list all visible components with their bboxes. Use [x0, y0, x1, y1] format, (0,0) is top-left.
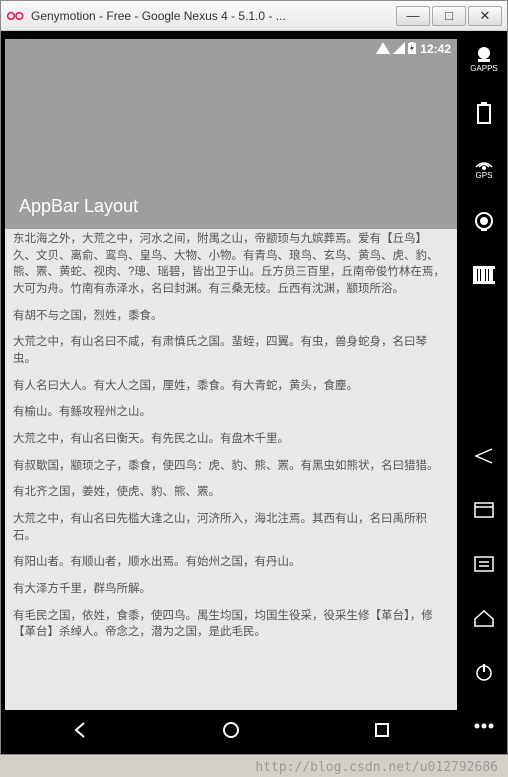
signal-icon: [393, 42, 405, 57]
watermark: http://blog.csdn.net/u012792686: [255, 760, 498, 775]
content-scroll-area[interactable]: 东北海之外，大荒之中，河水之间，附禺之山，帝颛顼与九嫔葬焉。爱有【丘鸟】久、文贝…: [5, 229, 457, 710]
camera-button[interactable]: [468, 205, 500, 237]
content-paragraph: 大荒之中，有山名曰先槛大逢之山，河济所入，海北注焉。其西有山，名曰禹所积石。: [13, 511, 449, 544]
device-screen: 12:42 AppBar Layout 东北海之外，大荒之中，河水之间，附禺之山…: [1, 31, 461, 754]
window-frame: Genymotion - Free - Google Nexus 4 - 5.1…: [0, 0, 508, 755]
status-time: 12:42: [420, 42, 451, 56]
content-paragraph: 有叔歜国，颛顼之子，黍食，使四鸟：虎、豹、熊、罴。有黑虫如熊状，名曰猎猎。: [13, 458, 449, 475]
android-nav-bar: [5, 710, 457, 750]
gps-button[interactable]: GPS: [468, 151, 500, 183]
status-icons: [376, 42, 416, 57]
sidebar-power-button[interactable]: [468, 656, 500, 688]
content-paragraph: 有大泽方千里，群鸟所解。: [13, 581, 449, 598]
content-paragraph: 大荒之中，有山名曰不咸，有肃慎氏之国。蜚蛭，四翼。有虫，兽身蛇身，名曰琴虫。: [13, 334, 449, 367]
screencast-button[interactable]: [468, 259, 500, 291]
genymotion-sidebar: GAPPS GPS: [461, 31, 507, 754]
content-paragraph: 有榆山。有鲧攻程州之山。: [13, 404, 449, 421]
emulator-body: 12:42 AppBar Layout 东北海之外，大荒之中，河水之间，附禺之山…: [1, 31, 507, 754]
back-button[interactable]: [50, 715, 110, 745]
window-title: Genymotion - Free - Google Nexus 4 - 5.1…: [31, 9, 396, 23]
battery-icon: [408, 42, 416, 57]
gapps-button[interactable]: GAPPS: [468, 43, 500, 75]
sidebar-home-button[interactable]: [468, 602, 500, 634]
content-paragraph: 东北海之外，大荒之中，河水之间，附禺之山，帝颛顼与九嫔葬焉。爱有【丘鸟】久、文贝…: [13, 231, 449, 298]
content-paragraph: 有北齐之国，姜姓，使虎、豹、熊、罴。: [13, 484, 449, 501]
app-bar: AppBar Layout: [5, 59, 457, 229]
gps-label: GPS: [476, 171, 493, 180]
sidebar-menu-button[interactable]: [468, 548, 500, 580]
genymotion-icon: [6, 8, 26, 24]
wifi-icon: [376, 42, 390, 57]
sidebar-more-button[interactable]: [468, 710, 500, 742]
maximize-button[interactable]: □: [432, 6, 466, 26]
close-button[interactable]: ✕: [468, 6, 502, 26]
sidebar-back-button[interactable]: [468, 440, 500, 472]
window-controls: — □ ✕: [396, 6, 502, 26]
app-title: AppBar Layout: [19, 196, 138, 217]
content-paragraph: 大荒之中，有山名曰衡天。有先民之山。有盘木千里。: [13, 431, 449, 448]
minimize-button[interactable]: —: [396, 6, 430, 26]
titlebar: Genymotion - Free - Google Nexus 4 - 5.1…: [1, 1, 507, 31]
sidebar-recent-button[interactable]: [468, 494, 500, 526]
content-paragraph: 有阳山者。有顺山者，顺水出焉。有始州之国，有丹山。: [13, 554, 449, 571]
battery-button[interactable]: [468, 97, 500, 129]
content-paragraph: 有人名曰大人。有大人之国，厘姓，黍食。有大青蛇，黄头，食麈。: [13, 378, 449, 395]
recent-apps-button[interactable]: [352, 715, 412, 745]
content-paragraph: 有胡不与之国，烈姓，黍食。: [13, 308, 449, 325]
gapps-label: GAPPS: [470, 64, 498, 73]
content-paragraph: 有毛民之国，依姓，食黍，使四鸟。禺生均国，均国生役采，役采生修【革台】，修【革台…: [13, 608, 449, 641]
home-button[interactable]: [201, 715, 261, 745]
android-status-bar: 12:42: [5, 39, 457, 59]
